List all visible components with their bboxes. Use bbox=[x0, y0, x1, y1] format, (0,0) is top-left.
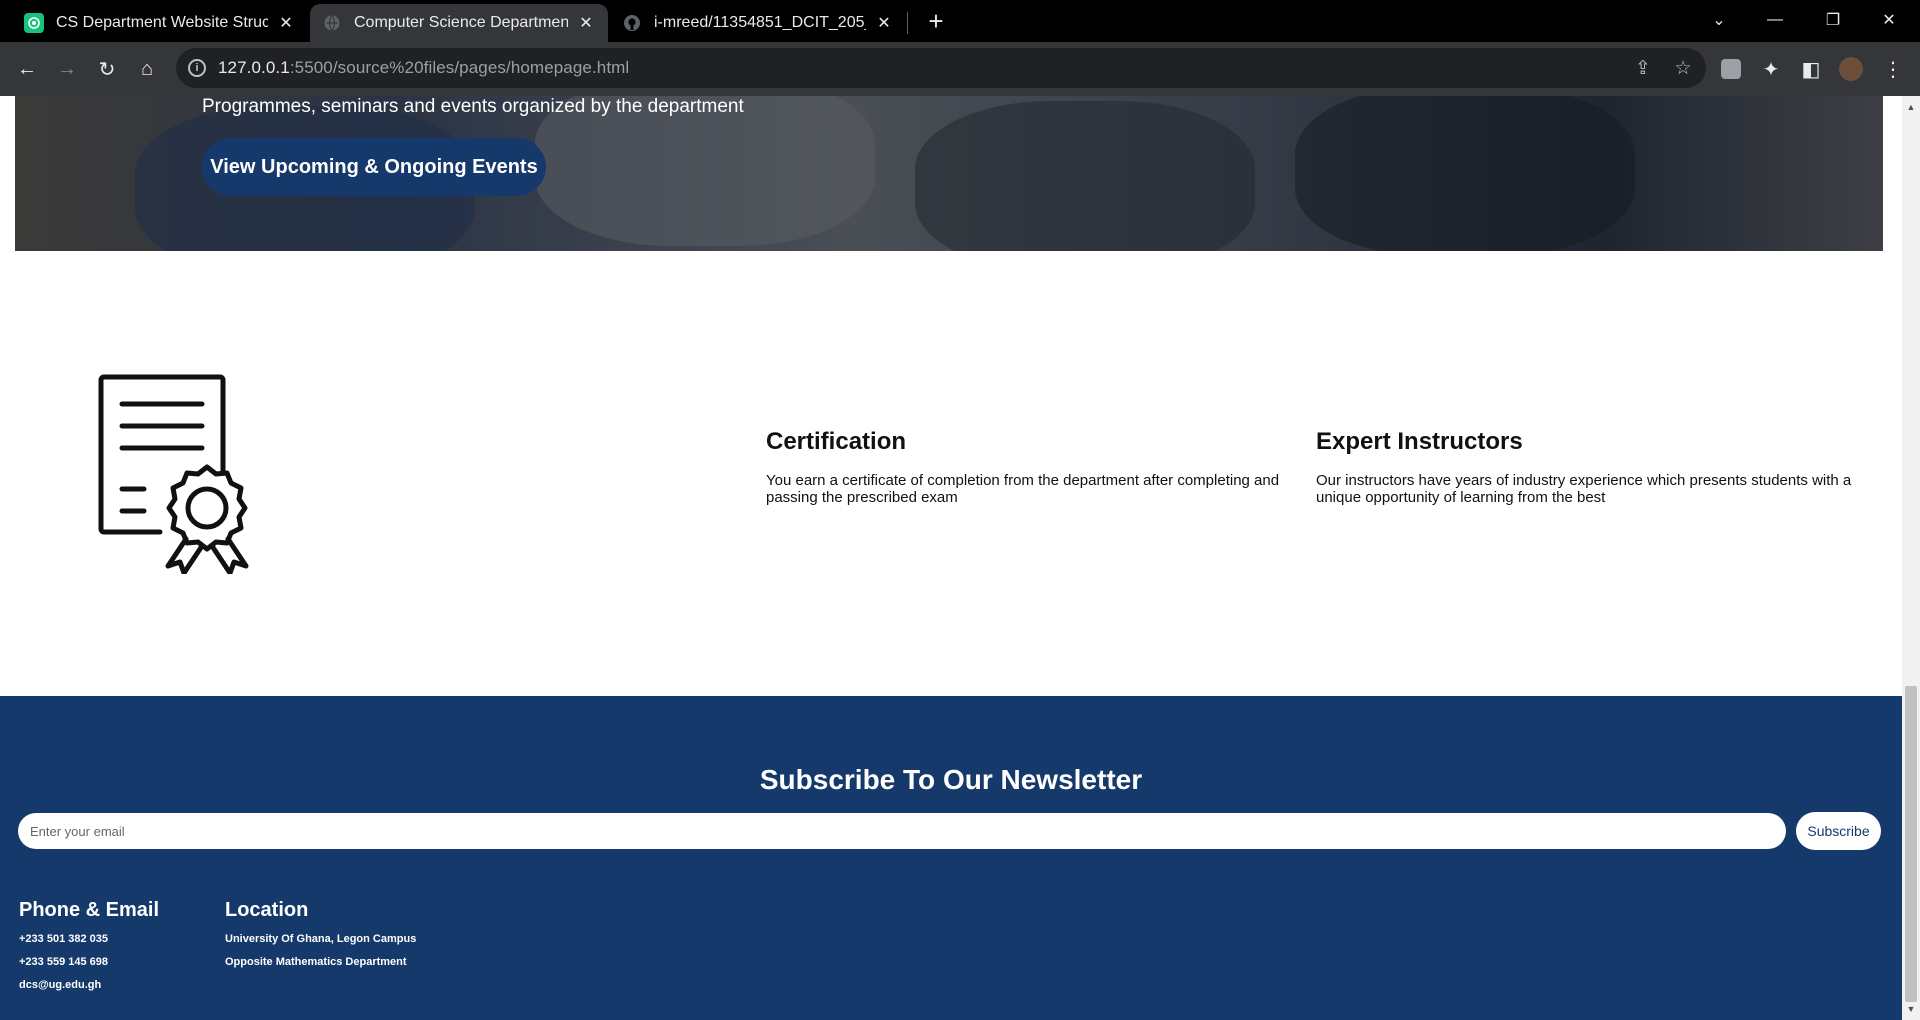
feature-expert-instructors: Expert Instructors Our instructors have … bbox=[1316, 428, 1876, 506]
phone-number: +233 501 382 035 bbox=[19, 933, 109, 945]
hero-photo-shade bbox=[1295, 96, 1635, 251]
browser-tab-bar: CS Department Website Structur ✕ Compute… bbox=[0, 0, 1920, 42]
hero-photo-shade bbox=[915, 101, 1255, 251]
location-column: Location University Of Ghana, Legon Camp… bbox=[225, 899, 416, 978]
feature-certification: Certification You earn a certificate of … bbox=[766, 428, 1301, 506]
bookmark-star-icon[interactable]: ☆ bbox=[1670, 56, 1696, 82]
side-panel-icon[interactable]: ◧ bbox=[1796, 54, 1826, 84]
email-address: dcs@ug.edu.gh bbox=[19, 979, 102, 991]
events-hero-banner: Programmes, seminars and events organize… bbox=[15, 96, 1883, 251]
scrollbar-thumb[interactable] bbox=[1905, 686, 1917, 1002]
certificate-icon bbox=[98, 374, 250, 576]
feature-description: Our instructors have years of industry e… bbox=[1316, 472, 1852, 506]
back-arrow-icon[interactable]: ← bbox=[12, 54, 42, 84]
avatar[interactable] bbox=[1836, 54, 1866, 84]
location-heading: Location bbox=[225, 899, 309, 921]
tab-title: i-mreed/11354851_DCIT_205_IA bbox=[654, 14, 866, 31]
tab-github-repo[interactable]: i-mreed/11354851_DCIT_205_IA ✕ bbox=[610, 4, 906, 42]
feature-description: You earn a certificate of completion fro… bbox=[766, 472, 1280, 506]
github-icon bbox=[622, 13, 642, 33]
tab-computer-science-department[interactable]: Computer Science Department ✕ bbox=[310, 4, 608, 42]
phone-number: +233 559 145 698 bbox=[19, 956, 109, 968]
close-window-icon[interactable]: ✕ bbox=[1866, 0, 1912, 40]
site-info-icon[interactable]: i bbox=[188, 59, 206, 77]
new-tab-plus-icon[interactable]: + bbox=[922, 8, 950, 36]
tab-title: CS Department Website Structur bbox=[56, 14, 268, 31]
subscribe-button[interactable]: Subscribe bbox=[1796, 812, 1881, 850]
newsletter-title: Subscribe To Our Newsletter bbox=[759, 764, 1143, 795]
tab-search-chevron-icon[interactable]: ⌄ bbox=[1696, 0, 1742, 40]
close-icon[interactable]: ✕ bbox=[874, 13, 894, 33]
chatgpt-icon bbox=[24, 13, 44, 33]
close-icon[interactable]: ✕ bbox=[576, 13, 596, 33]
site-footer: Subscribe To Our Newsletter Subscribe Ph… bbox=[0, 696, 1902, 1020]
tab-title: Computer Science Department bbox=[354, 14, 568, 31]
newsletter-email-input[interactable] bbox=[18, 813, 1786, 849]
close-icon[interactable]: ✕ bbox=[276, 13, 296, 33]
share-icon[interactable]: ⇪ bbox=[1630, 56, 1656, 82]
hero-photo-shade bbox=[535, 96, 875, 246]
reload-icon[interactable]: ↻ bbox=[92, 54, 122, 84]
page-scrollbar[interactable]: ▲ ▼ bbox=[1902, 96, 1920, 1020]
phone-email-column: Phone & Email +233 501 382 035 +233 559 … bbox=[19, 899, 159, 1001]
forward-arrow-icon[interactable]: → bbox=[52, 54, 82, 84]
puzzle-extensions-icon[interactable]: ✦ bbox=[1756, 54, 1786, 84]
scroll-up-arrow-icon[interactable]: ▲ bbox=[1906, 102, 1916, 112]
tab-cs-department-website-structure[interactable]: CS Department Website Structur ✕ bbox=[12, 4, 308, 42]
address-bar[interactable]: i 127.0.0.1:5500/source%20files/pages/ho… bbox=[176, 48, 1706, 88]
location-line: University Of Ghana, Legon Campus bbox=[225, 933, 417, 945]
view-events-button[interactable]: View Upcoming & Ongoing Events bbox=[202, 138, 546, 196]
extension-icon[interactable] bbox=[1716, 54, 1746, 84]
tab-divider bbox=[907, 12, 908, 34]
menu-kebab-icon[interactable]: ⋮ bbox=[1878, 54, 1908, 84]
phone-email-heading: Phone & Email bbox=[19, 899, 160, 921]
restore-icon[interactable]: ❐ bbox=[1810, 0, 1856, 40]
browser-toolbar: ← → ↻ ⌂ i 127.0.0.1:5500/source%20files/… bbox=[0, 42, 1920, 96]
scroll-down-arrow-icon[interactable]: ▼ bbox=[1906, 1004, 1916, 1014]
feature-title: Expert Instructors bbox=[1316, 428, 1523, 455]
hero-description: Programmes, seminars and events organize… bbox=[202, 96, 744, 117]
location-line: Opposite Mathematics Department bbox=[225, 956, 407, 968]
home-icon[interactable]: ⌂ bbox=[132, 54, 162, 84]
feature-title: Certification bbox=[766, 428, 907, 455]
globe-icon bbox=[322, 13, 342, 33]
page-viewport: Programmes, seminars and events organize… bbox=[0, 96, 1902, 1020]
minimize-icon[interactable]: — bbox=[1752, 0, 1798, 40]
url-text[interactable]: 127.0.0.1:5500/source%20files/pages/home… bbox=[218, 58, 629, 78]
